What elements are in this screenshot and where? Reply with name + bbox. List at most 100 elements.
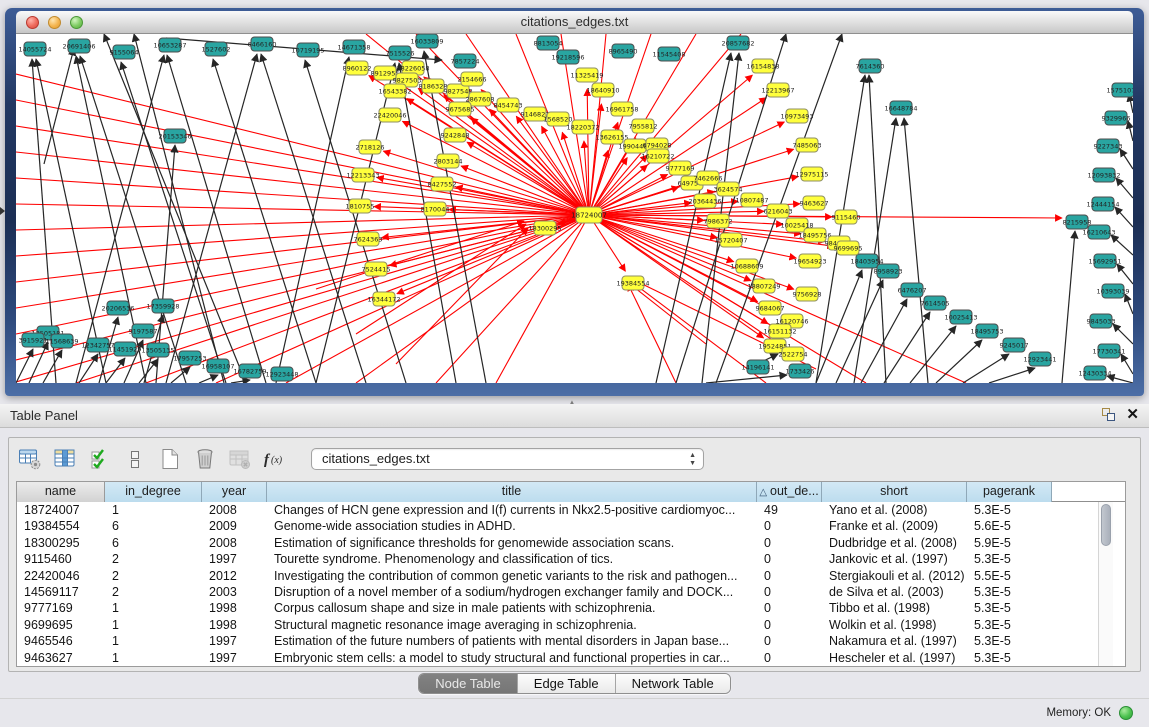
graph-edge-red[interactable]	[587, 215, 1062, 218]
graph-edge-black[interactable]	[989, 368, 1035, 383]
table-row[interactable]: 911546021997Tourette syndrome. Phenomeno…	[17, 551, 1125, 567]
graph-edge-red[interactable]	[16, 215, 589, 282]
column-header-pagerank[interactable]: pagerank	[967, 482, 1052, 502]
graph-edge-red[interactable]	[628, 284, 676, 383]
cell-out_de: 0	[757, 535, 822, 551]
graph-node-label: 16154838	[746, 62, 779, 70]
graph-edge-black[interactable]	[1113, 324, 1133, 344]
graph-edge-red[interactable]	[589, 215, 966, 383]
graph-edge-black[interactable]	[213, 59, 316, 383]
graph-edge-black[interactable]	[884, 312, 930, 383]
minimize-window-button[interactable]	[48, 16, 61, 29]
graph-edge-black[interactable]	[29, 342, 48, 383]
column-header-name[interactable]: name	[17, 482, 105, 502]
function-builder-button[interactable]: f(x)	[262, 446, 288, 472]
float-panel-icon[interactable]	[1101, 407, 1116, 422]
graph-node-label: 14196141	[741, 363, 774, 371]
graph-edge-black[interactable]	[936, 340, 982, 383]
svg-text:(x): (x)	[271, 455, 283, 466]
cell-out_de: 0	[757, 617, 822, 633]
graph-node-label: 19654923	[793, 257, 826, 265]
cell-title: Investigating the contribution of common…	[267, 568, 757, 584]
graph-node-label: 15692951	[1088, 257, 1121, 265]
unselect-rows-button[interactable]	[122, 446, 148, 472]
graph-node-label: 11325419	[570, 71, 603, 79]
graph-edge-black[interactable]	[1121, 354, 1133, 374]
table-row[interactable]: 1456911722003Disruption of a novel membe…	[17, 584, 1125, 600]
column-header-short[interactable]: short	[822, 482, 967, 502]
cell-out_de: 0	[757, 633, 822, 649]
graph-edge-black[interactable]	[43, 350, 62, 383]
show-columns-button[interactable]	[52, 446, 78, 472]
close-panel-icon[interactable]: ✕	[1126, 407, 1139, 422]
table-row[interactable]: 1938455462009Genome-wide association stu…	[17, 518, 1125, 534]
graph-edge-red[interactable]	[16, 215, 589, 334]
graph-edge-black[interactable]	[1115, 207, 1133, 227]
graph-edge-black[interactable]	[1128, 121, 1133, 141]
select-all-button[interactable]	[87, 446, 113, 472]
graph-edge-black[interactable]	[1120, 149, 1133, 169]
graph-edge-black[interactable]	[199, 375, 218, 383]
cell-pagerank: 5.3E-5	[967, 633, 1052, 649]
graph-edge-black[interactable]	[1111, 235, 1133, 255]
graph-edge-black[interactable]	[276, 57, 349, 383]
graph-node-label: 2718126	[356, 143, 385, 151]
graph-edge-black[interactable]	[1062, 231, 1075, 383]
cell-out_de: 0	[757, 551, 822, 567]
table-row[interactable]: 946554611997Estimation of the future num…	[17, 633, 1125, 649]
graph-edge-red[interactable]	[16, 126, 589, 215]
graph-node-label: 10807487	[735, 196, 768, 204]
delete-table-button-disabled[interactable]	[227, 446, 253, 472]
table-row[interactable]: 1830029562008Estimation of significance …	[17, 535, 1125, 551]
graph-node-label: 15720407	[714, 236, 747, 244]
graph-edge-black[interactable]	[231, 380, 250, 383]
cell-pagerank: 5.3E-5	[967, 551, 1052, 567]
graph-node-label: 16210722	[641, 152, 674, 160]
graph-edge-black[interactable]	[106, 358, 125, 383]
graph-edge-black[interactable]	[869, 75, 886, 383]
graph-edge-red[interactable]	[396, 228, 528, 364]
tab-network-table[interactable]: Network Table	[616, 674, 730, 693]
graph-node-label: 16210643	[1082, 228, 1115, 236]
table-mode-button[interactable]	[17, 446, 43, 472]
table-scrollbar[interactable]	[1098, 502, 1113, 666]
graph-edge-black[interactable]	[861, 299, 907, 383]
tab-node-table[interactable]: Node Table	[419, 674, 518, 693]
close-window-button[interactable]	[26, 16, 39, 29]
left-panel-collapse-arrow[interactable]	[0, 207, 5, 215]
new-column-button[interactable]	[157, 446, 183, 472]
cell-out_de: 0	[757, 650, 822, 666]
column-header-year[interactable]: year	[202, 482, 267, 502]
table-row[interactable]: 977716911998Corpus callosum shape and si…	[17, 600, 1125, 616]
table-row[interactable]: 1872400712008Changes of HCN gene express…	[17, 502, 1125, 518]
scrollbar-thumb[interactable]	[1101, 504, 1111, 546]
graph-edge-black[interactable]	[910, 326, 956, 383]
graph-node-label: 18300295	[528, 224, 561, 232]
graph-edge-red[interactable]	[16, 215, 589, 382]
graph-edge-red[interactable]	[16, 215, 589, 308]
table-row[interactable]: 969969511998Structural magnetic resonanc…	[17, 617, 1125, 633]
table-row[interactable]: 2242004622012Investigating the contribut…	[17, 568, 1125, 584]
graph-node-label: 13626155	[595, 133, 628, 141]
column-header-in_degree[interactable]: in_degree	[105, 482, 202, 502]
graph-edge-red[interactable]	[16, 100, 589, 215]
column-header-title[interactable]: title	[267, 482, 757, 502]
graph-edge-red[interactable]	[630, 284, 706, 344]
column-header-out_de[interactable]: △out_de...	[757, 482, 822, 502]
delete-column-button[interactable]	[192, 446, 218, 472]
cell-in_degree: 1	[105, 650, 202, 666]
graph-edge-black[interactable]	[904, 118, 928, 383]
tab-edge-table[interactable]: Edge Table	[518, 674, 616, 693]
window-titlebar[interactable]: citations_edges.txt	[16, 11, 1133, 34]
cell-in_degree: 1	[105, 502, 202, 518]
zoom-window-button[interactable]	[70, 16, 83, 29]
graph-node-label: 9777169	[666, 164, 695, 172]
graph-edge-black[interactable]	[1117, 264, 1133, 284]
table-row[interactable]: 946362711997Embryonic stem cells: a mode…	[17, 650, 1125, 666]
citation-network-graph[interactable]: 1405572420691406915506410653287152760264…	[16, 34, 1133, 383]
graph-edge-black[interactable]	[1116, 178, 1133, 198]
graph-edge-black[interactable]	[836, 280, 883, 383]
graph-edge-black[interactable]	[1125, 294, 1133, 314]
network-canvas[interactable]: 1405572420691406915506410653287152760264…	[16, 34, 1133, 383]
table-selector-dropdown[interactable]: citations_edges.txt ▲▼	[311, 448, 704, 470]
